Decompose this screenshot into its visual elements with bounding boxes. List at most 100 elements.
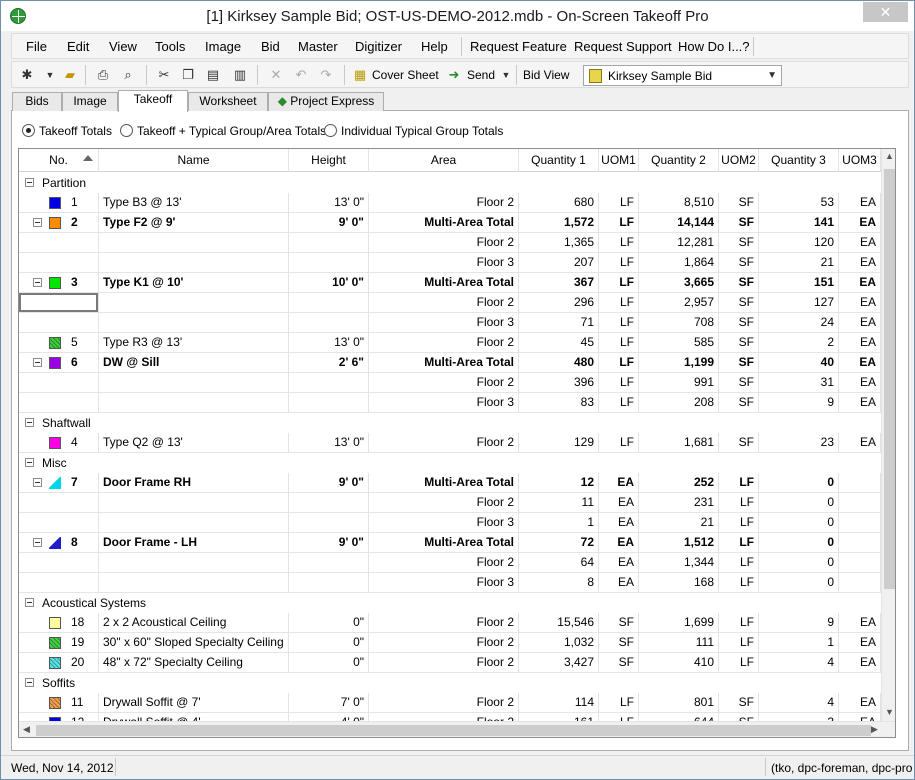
cell-q2[interactable]: 1,681 bbox=[639, 433, 719, 453]
cell-q2[interactable]: 1,344 bbox=[639, 553, 719, 573]
cell-area[interactable]: Floor 3 bbox=[369, 393, 519, 413]
cell-area[interactable]: Multi-Area Total bbox=[369, 353, 519, 373]
send-button[interactable]: Send bbox=[467, 68, 495, 82]
collapse-group-icon[interactable] bbox=[25, 178, 34, 187]
cell-height[interactable]: 10' 0" bbox=[289, 273, 369, 293]
cell-u1[interactable]: EA bbox=[599, 493, 639, 513]
cell-area[interactable]: Floor 2 bbox=[369, 433, 519, 453]
cell-u1[interactable]: LF bbox=[599, 193, 639, 213]
menu-digitizer[interactable]: Digitizer bbox=[355, 39, 402, 54]
scroll-left-icon[interactable]: ◀ bbox=[23, 724, 30, 735]
cell-q3[interactable]: 120 bbox=[759, 233, 839, 253]
cell-q3[interactable]: 4 bbox=[759, 653, 839, 673]
table-row[interactable]: 6 DW @ Sill 2' 6" Multi-Area Total 480 LF 1,19… bbox=[19, 353, 895, 373]
cell-u3[interactable]: EA bbox=[839, 353, 881, 373]
table-row[interactable]: 18 2 x 2 Acoustical Ceiling 0" Floor 2 15,54… bbox=[19, 613, 895, 633]
menu-how-do-i[interactable]: How Do I...? bbox=[678, 39, 750, 54]
cell-u3[interactable]: EA bbox=[839, 633, 881, 653]
cell-q1[interactable]: 129 bbox=[519, 433, 599, 453]
send-icon[interactable]: ➜ bbox=[446, 67, 462, 83]
cell-name[interactable]: Drywall Soffit @ 7' bbox=[99, 693, 289, 713]
cell-height[interactable] bbox=[289, 253, 369, 273]
menu-bid[interactable]: Bid bbox=[261, 39, 280, 54]
cover-sheet-icon[interactable]: ▦ bbox=[352, 67, 368, 83]
cell-name[interactable]: Door Frame - LH bbox=[99, 533, 289, 553]
undo-icon[interactable]: ↶ bbox=[293, 67, 309, 83]
group-row[interactable]: Shaftwall bbox=[19, 413, 895, 433]
col-header-quantity-2[interactable]: Quantity 2 bbox=[639, 149, 719, 172]
collapse-group-icon[interactable] bbox=[25, 458, 34, 467]
cell-u1[interactable]: LF bbox=[599, 373, 639, 393]
cell-q2[interactable]: 111 bbox=[639, 633, 719, 653]
cell-no[interactable]: 4 bbox=[19, 433, 99, 453]
cell-height[interactable]: 9' 0" bbox=[289, 533, 369, 553]
cell-area[interactable]: Multi-Area Total bbox=[369, 473, 519, 493]
cell-u3[interactable]: EA bbox=[839, 193, 881, 213]
cell-q3[interactable]: 53 bbox=[759, 193, 839, 213]
cell-no[interactable] bbox=[19, 553, 99, 573]
table-row[interactable]: 7 Door Frame RH 9' 0" Multi-Area Total 12 EA 2… bbox=[19, 473, 895, 493]
cell-no[interactable]: 3 bbox=[19, 273, 99, 293]
cell-u1[interactable]: LF bbox=[599, 253, 639, 273]
cell-height[interactable] bbox=[289, 233, 369, 253]
menu-master[interactable]: Master bbox=[298, 39, 338, 54]
col-header-uom1[interactable]: UOM1 bbox=[599, 149, 639, 172]
cell-q2[interactable]: 410 bbox=[639, 653, 719, 673]
cell-no[interactable]: 6 bbox=[19, 353, 99, 373]
tab-worksheet[interactable]: Worksheet bbox=[188, 92, 268, 111]
menu-help[interactable]: Help bbox=[421, 39, 448, 54]
menu-edit[interactable]: Edit bbox=[67, 39, 89, 54]
tab-image[interactable]: Image bbox=[62, 92, 118, 111]
tab-bids[interactable]: Bids bbox=[12, 92, 62, 111]
cell-u2[interactable]: LF bbox=[719, 573, 759, 593]
cell-area[interactable]: Floor 2 bbox=[369, 493, 519, 513]
cell-name[interactable]: 2 x 2 Acoustical Ceiling bbox=[99, 613, 289, 633]
cell-q3[interactable]: 21 bbox=[759, 253, 839, 273]
cell-area[interactable]: Floor 3 bbox=[369, 253, 519, 273]
cell-height[interactable] bbox=[289, 513, 369, 533]
cell-no[interactable]: 5 bbox=[19, 333, 99, 353]
new-bid-icon[interactable]: ✱ bbox=[19, 67, 35, 83]
cell-area[interactable]: Multi-Area Total bbox=[369, 273, 519, 293]
collapse-item-icon[interactable] bbox=[33, 478, 42, 487]
cut-icon[interactable]: ✂ bbox=[156, 67, 172, 83]
cell-q1[interactable]: 1,572 bbox=[519, 213, 599, 233]
cell-no[interactable] bbox=[19, 293, 99, 313]
menu-tools[interactable]: Tools bbox=[155, 39, 185, 54]
cell-u2[interactable]: LF bbox=[719, 513, 759, 533]
cell-area[interactable]: Floor 2 bbox=[369, 293, 519, 313]
cell-q1[interactable]: 114 bbox=[519, 693, 599, 713]
cell-height[interactable] bbox=[289, 293, 369, 313]
cell-name[interactable] bbox=[99, 233, 289, 253]
cell-q2[interactable]: 12,281 bbox=[639, 233, 719, 253]
cell-q1[interactable]: 480 bbox=[519, 353, 599, 373]
scroll-down-icon[interactable]: ▼ bbox=[885, 707, 894, 717]
cell-q3[interactable]: 0 bbox=[759, 553, 839, 573]
cell-u3[interactable] bbox=[839, 473, 881, 493]
cell-q1[interactable]: 12 bbox=[519, 473, 599, 493]
horizontal-scrollbar[interactable]: ◀ ▶ bbox=[19, 721, 895, 737]
cell-u1[interactable]: LF bbox=[599, 293, 639, 313]
tab-takeoff[interactable]: Takeoff bbox=[118, 90, 188, 112]
group-row[interactable]: Acoustical Systems bbox=[19, 593, 895, 613]
cell-u1[interactable]: LF bbox=[599, 273, 639, 293]
menu-image[interactable]: Image bbox=[205, 39, 241, 54]
cell-q3[interactable]: 9 bbox=[759, 393, 839, 413]
cell-u3[interactable]: EA bbox=[839, 613, 881, 633]
cell-height[interactable] bbox=[289, 373, 369, 393]
cell-height[interactable] bbox=[289, 493, 369, 513]
delete-icon[interactable]: ✕ bbox=[268, 67, 284, 83]
cell-q2[interactable]: 1,512 bbox=[639, 533, 719, 553]
cell-name[interactable] bbox=[99, 293, 289, 313]
cell-q3[interactable]: 1 bbox=[759, 633, 839, 653]
cell-height[interactable]: 0" bbox=[289, 633, 369, 653]
cell-q1[interactable]: 1 bbox=[519, 513, 599, 533]
cell-q1[interactable]: 11 bbox=[519, 493, 599, 513]
cell-q3[interactable]: 0 bbox=[759, 533, 839, 553]
cell-no[interactable] bbox=[19, 393, 99, 413]
cell-no[interactable]: 2 bbox=[19, 213, 99, 233]
cell-no[interactable]: 11 bbox=[19, 693, 99, 713]
cell-q1[interactable]: 296 bbox=[519, 293, 599, 313]
group-row[interactable]: Partition bbox=[19, 173, 895, 193]
cell-area[interactable]: Floor 2 bbox=[369, 193, 519, 213]
